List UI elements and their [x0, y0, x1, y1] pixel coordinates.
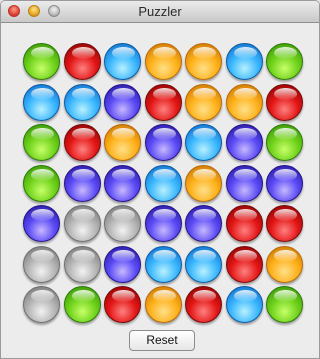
marble-red[interactable]: [145, 84, 182, 121]
marble-blue[interactable]: [145, 246, 182, 283]
marble-purple[interactable]: [64, 165, 101, 202]
marble-orange[interactable]: [185, 43, 222, 80]
marble-orange[interactable]: [266, 246, 303, 283]
title-bar[interactable]: Puzzler: [1, 1, 319, 23]
marble-blue[interactable]: [145, 165, 182, 202]
marble-gray[interactable]: [64, 205, 101, 242]
marble-red[interactable]: [226, 246, 263, 283]
marble-blue[interactable]: [64, 84, 101, 121]
marble-purple[interactable]: [23, 205, 60, 242]
marble-green[interactable]: [266, 286, 303, 323]
marble-gray[interactable]: [104, 205, 141, 242]
marble-blue[interactable]: [226, 286, 263, 323]
marble-gray[interactable]: [23, 246, 60, 283]
marble-green[interactable]: [23, 124, 60, 161]
marble-blue[interactable]: [185, 246, 222, 283]
marble-orange[interactable]: [185, 165, 222, 202]
marble-green[interactable]: [266, 43, 303, 80]
marble-blue[interactable]: [23, 84, 60, 121]
marble-green[interactable]: [64, 286, 101, 323]
marble-red[interactable]: [64, 124, 101, 161]
marble-blue[interactable]: [104, 43, 141, 80]
marble-blue[interactable]: [185, 124, 222, 161]
marble-green[interactable]: [23, 165, 60, 202]
marble-purple[interactable]: [145, 205, 182, 242]
window-title: Puzzler: [138, 4, 182, 19]
marble-red[interactable]: [266, 205, 303, 242]
marble-red[interactable]: [104, 286, 141, 323]
marble-blue[interactable]: [226, 43, 263, 80]
marble-purple[interactable]: [145, 124, 182, 161]
marble-orange[interactable]: [185, 84, 222, 121]
marble-gray[interactable]: [23, 286, 60, 323]
marble-red[interactable]: [185, 286, 222, 323]
marble-board: [21, 41, 303, 323]
marble-purple[interactable]: [226, 165, 263, 202]
marble-red[interactable]: [266, 84, 303, 121]
reset-button[interactable]: Reset: [129, 330, 195, 351]
marble-red[interactable]: [64, 43, 101, 80]
marble-orange[interactable]: [104, 124, 141, 161]
marble-orange[interactable]: [145, 43, 182, 80]
marble-purple[interactable]: [104, 165, 141, 202]
marble-purple[interactable]: [266, 165, 303, 202]
marble-purple[interactable]: [104, 246, 141, 283]
marble-purple[interactable]: [185, 205, 222, 242]
marble-gray[interactable]: [64, 246, 101, 283]
marble-green[interactable]: [23, 43, 60, 80]
puzzler-window: Puzzler Reset: [0, 0, 320, 359]
marble-purple[interactable]: [226, 124, 263, 161]
marble-orange[interactable]: [145, 286, 182, 323]
marble-orange[interactable]: [226, 84, 263, 121]
marble-purple[interactable]: [104, 84, 141, 121]
marble-green[interactable]: [266, 124, 303, 161]
marble-red[interactable]: [226, 205, 263, 242]
